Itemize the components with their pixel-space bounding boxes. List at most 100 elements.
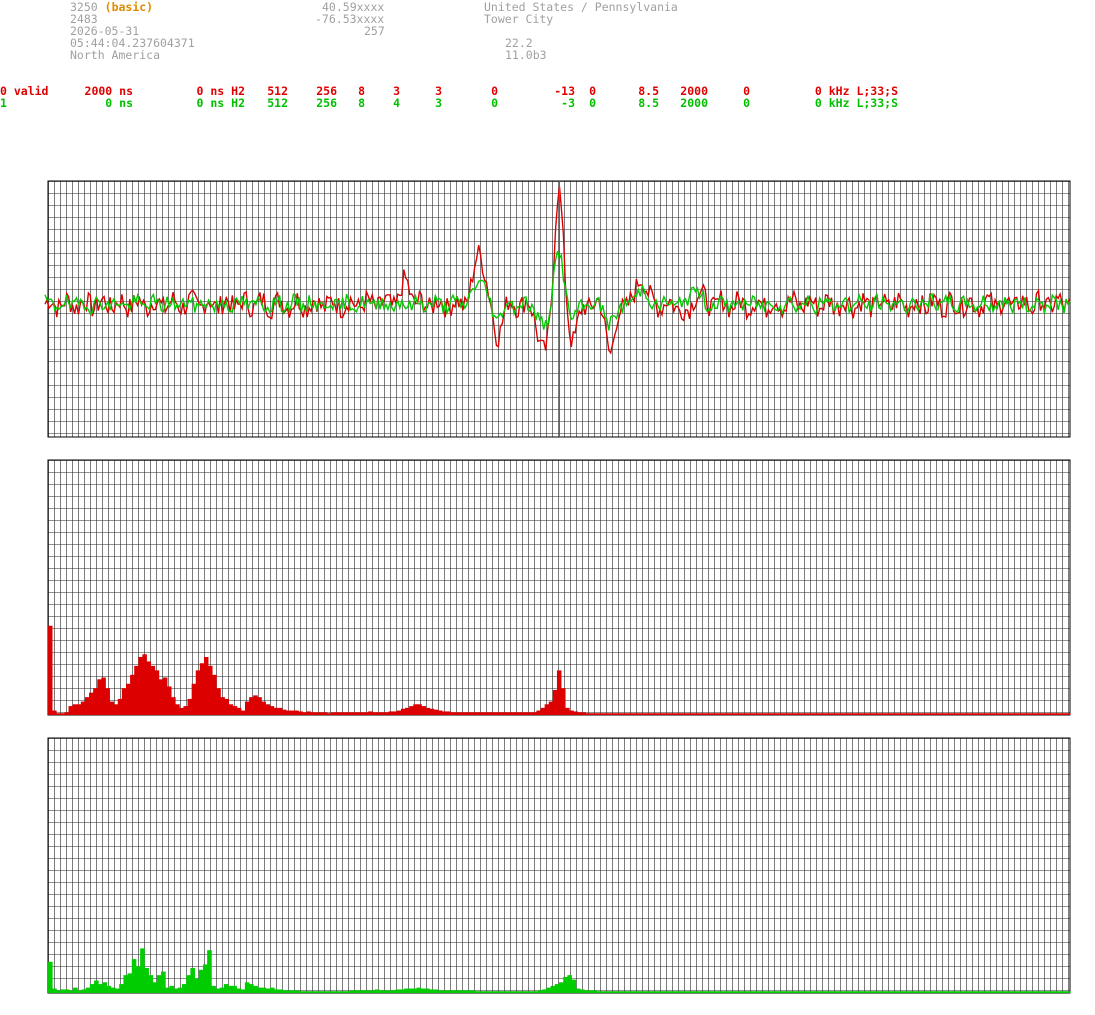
spectrum-red-bar bbox=[799, 713, 804, 716]
spectrum-red-bar bbox=[721, 713, 726, 716]
spectrum-green-bar bbox=[156, 975, 162, 993]
spectrum-red-bar bbox=[606, 713, 611, 716]
spectrum-green-bar bbox=[529, 991, 535, 994]
spectrum-green-bar bbox=[282, 990, 288, 993]
spectrum-green-bar bbox=[73, 987, 78, 993]
spectrum-red-bar bbox=[852, 713, 857, 716]
spectrum-green-bar bbox=[81, 989, 87, 993]
spectrum-green-bar bbox=[818, 991, 824, 994]
spectrum-green-bar bbox=[244, 982, 250, 993]
spectrum-green-bar bbox=[106, 985, 112, 993]
spectrum-green-bar bbox=[680, 991, 686, 994]
spectrum-green-bar bbox=[1011, 991, 1016, 994]
spectrum-green-bar bbox=[990, 991, 996, 994]
spectrum-green-bar bbox=[780, 991, 786, 994]
spectrum-red-bar bbox=[150, 665, 156, 715]
spectrum-green-bar bbox=[236, 988, 242, 993]
spectrum-green-bar bbox=[739, 991, 744, 994]
spectrum-green-bar bbox=[877, 991, 882, 994]
spectrum-red-bar bbox=[421, 706, 426, 715]
spectrum-green-bar bbox=[479, 991, 485, 994]
spectrum-red-bar bbox=[224, 698, 229, 715]
spectrum-red-bar bbox=[524, 712, 529, 715]
spectrum-green-bar bbox=[144, 968, 149, 993]
spectrum-green-bar bbox=[626, 991, 631, 994]
spectrum-green-bar bbox=[688, 991, 694, 994]
spectrum-green-bar bbox=[286, 990, 292, 993]
spectrum-red-bar bbox=[437, 710, 443, 715]
spectrum-green-bar bbox=[709, 991, 715, 994]
spectrum-green-bar bbox=[429, 989, 434, 993]
spectrum-red-bar bbox=[380, 712, 385, 715]
spectrum-red-bar bbox=[520, 712, 525, 715]
spectrum-green-bar bbox=[186, 975, 191, 993]
spectrum-green-bar bbox=[316, 991, 321, 994]
spectrum-green-bar bbox=[747, 991, 753, 994]
spectrum-red-bar bbox=[171, 697, 176, 715]
spectrum-red-bar bbox=[72, 704, 78, 715]
spectrum-red-bar bbox=[741, 713, 747, 716]
spectrum-green-bar bbox=[353, 990, 359, 993]
spectrum-green-bar bbox=[910, 991, 916, 994]
spectrum-green-bar bbox=[102, 982, 108, 993]
spectrum-red-bar bbox=[655, 713, 660, 716]
spectrum-green-bar bbox=[140, 948, 145, 994]
spectrum-green-bar bbox=[399, 989, 405, 993]
spectrum-red-bar bbox=[1033, 713, 1038, 716]
spectrum-red-bar bbox=[52, 710, 57, 715]
spectrum-green-bar bbox=[831, 991, 836, 994]
spectrum-red-bar bbox=[675, 713, 681, 716]
spectrum-red-bar bbox=[359, 712, 365, 715]
spectrum-red-bar bbox=[795, 713, 800, 716]
spectrum-green-bar bbox=[705, 991, 711, 994]
spectrum-green-bar bbox=[1040, 991, 1046, 994]
spectrum-red-bar bbox=[89, 692, 94, 715]
spectrum-green-bar bbox=[814, 991, 820, 994]
spectrum-green-bar bbox=[864, 991, 870, 994]
spectrum-red-bar bbox=[507, 712, 513, 715]
spectrum-green-bar bbox=[253, 985, 258, 993]
spectrum-red-bar bbox=[745, 713, 751, 716]
spectrum-green-bar bbox=[994, 991, 1000, 994]
spectrum-green-bar bbox=[655, 991, 660, 994]
spectrum-red-bar bbox=[815, 713, 821, 716]
spectrum-green-bar bbox=[810, 991, 815, 994]
spectrum-red-bar bbox=[540, 707, 546, 715]
spectrum-red-bar bbox=[950, 713, 956, 716]
charts bbox=[44, 180, 1071, 994]
spectrum-green-bar bbox=[94, 980, 99, 993]
spectrum-red-bar bbox=[963, 713, 968, 716]
spectrum-red-bar bbox=[552, 690, 558, 715]
spectrum-red-bar bbox=[569, 710, 574, 715]
spectrum-green-bar bbox=[701, 991, 706, 994]
spectrum-red-bar bbox=[442, 711, 447, 715]
spectrum-green-bar bbox=[982, 991, 987, 994]
spectrum-green-bar bbox=[420, 988, 426, 993]
spectrum-red-bar bbox=[351, 712, 357, 715]
spectrum-green-bar bbox=[550, 985, 556, 993]
spectrum-red-bar bbox=[573, 711, 578, 715]
spectrum-green-bar bbox=[311, 991, 317, 994]
spectrum-green-bar bbox=[542, 989, 547, 993]
spectrum-red-bar bbox=[425, 707, 431, 715]
spectrum-green-bar bbox=[915, 991, 920, 994]
spectrum-green-bar bbox=[500, 991, 505, 994]
spectrum-green-bar bbox=[487, 991, 493, 994]
spectrum-green-bar bbox=[919, 991, 924, 994]
spectrum-red-bar bbox=[717, 713, 722, 716]
spectrum-green-bar bbox=[68, 990, 74, 993]
spectrum-red-bar bbox=[183, 706, 188, 715]
spectrum-red-bar bbox=[216, 688, 221, 715]
spectrum-red-bar bbox=[1004, 713, 1009, 716]
spectrum-red-bar bbox=[602, 713, 607, 716]
spectrum-red-bar bbox=[901, 713, 907, 716]
spectrum-green-bar bbox=[969, 991, 975, 994]
spectrum-green-bar bbox=[303, 991, 309, 994]
spectrum-red-bar bbox=[286, 710, 291, 715]
spectrum-red-bar bbox=[167, 686, 172, 715]
spectrum-green-bar bbox=[1053, 991, 1058, 994]
spectrum-red-bar bbox=[154, 670, 160, 716]
spectrum-green-bar bbox=[349, 990, 355, 993]
spectrum-red-bar bbox=[240, 710, 246, 715]
spectrum-green-bar bbox=[152, 982, 158, 993]
